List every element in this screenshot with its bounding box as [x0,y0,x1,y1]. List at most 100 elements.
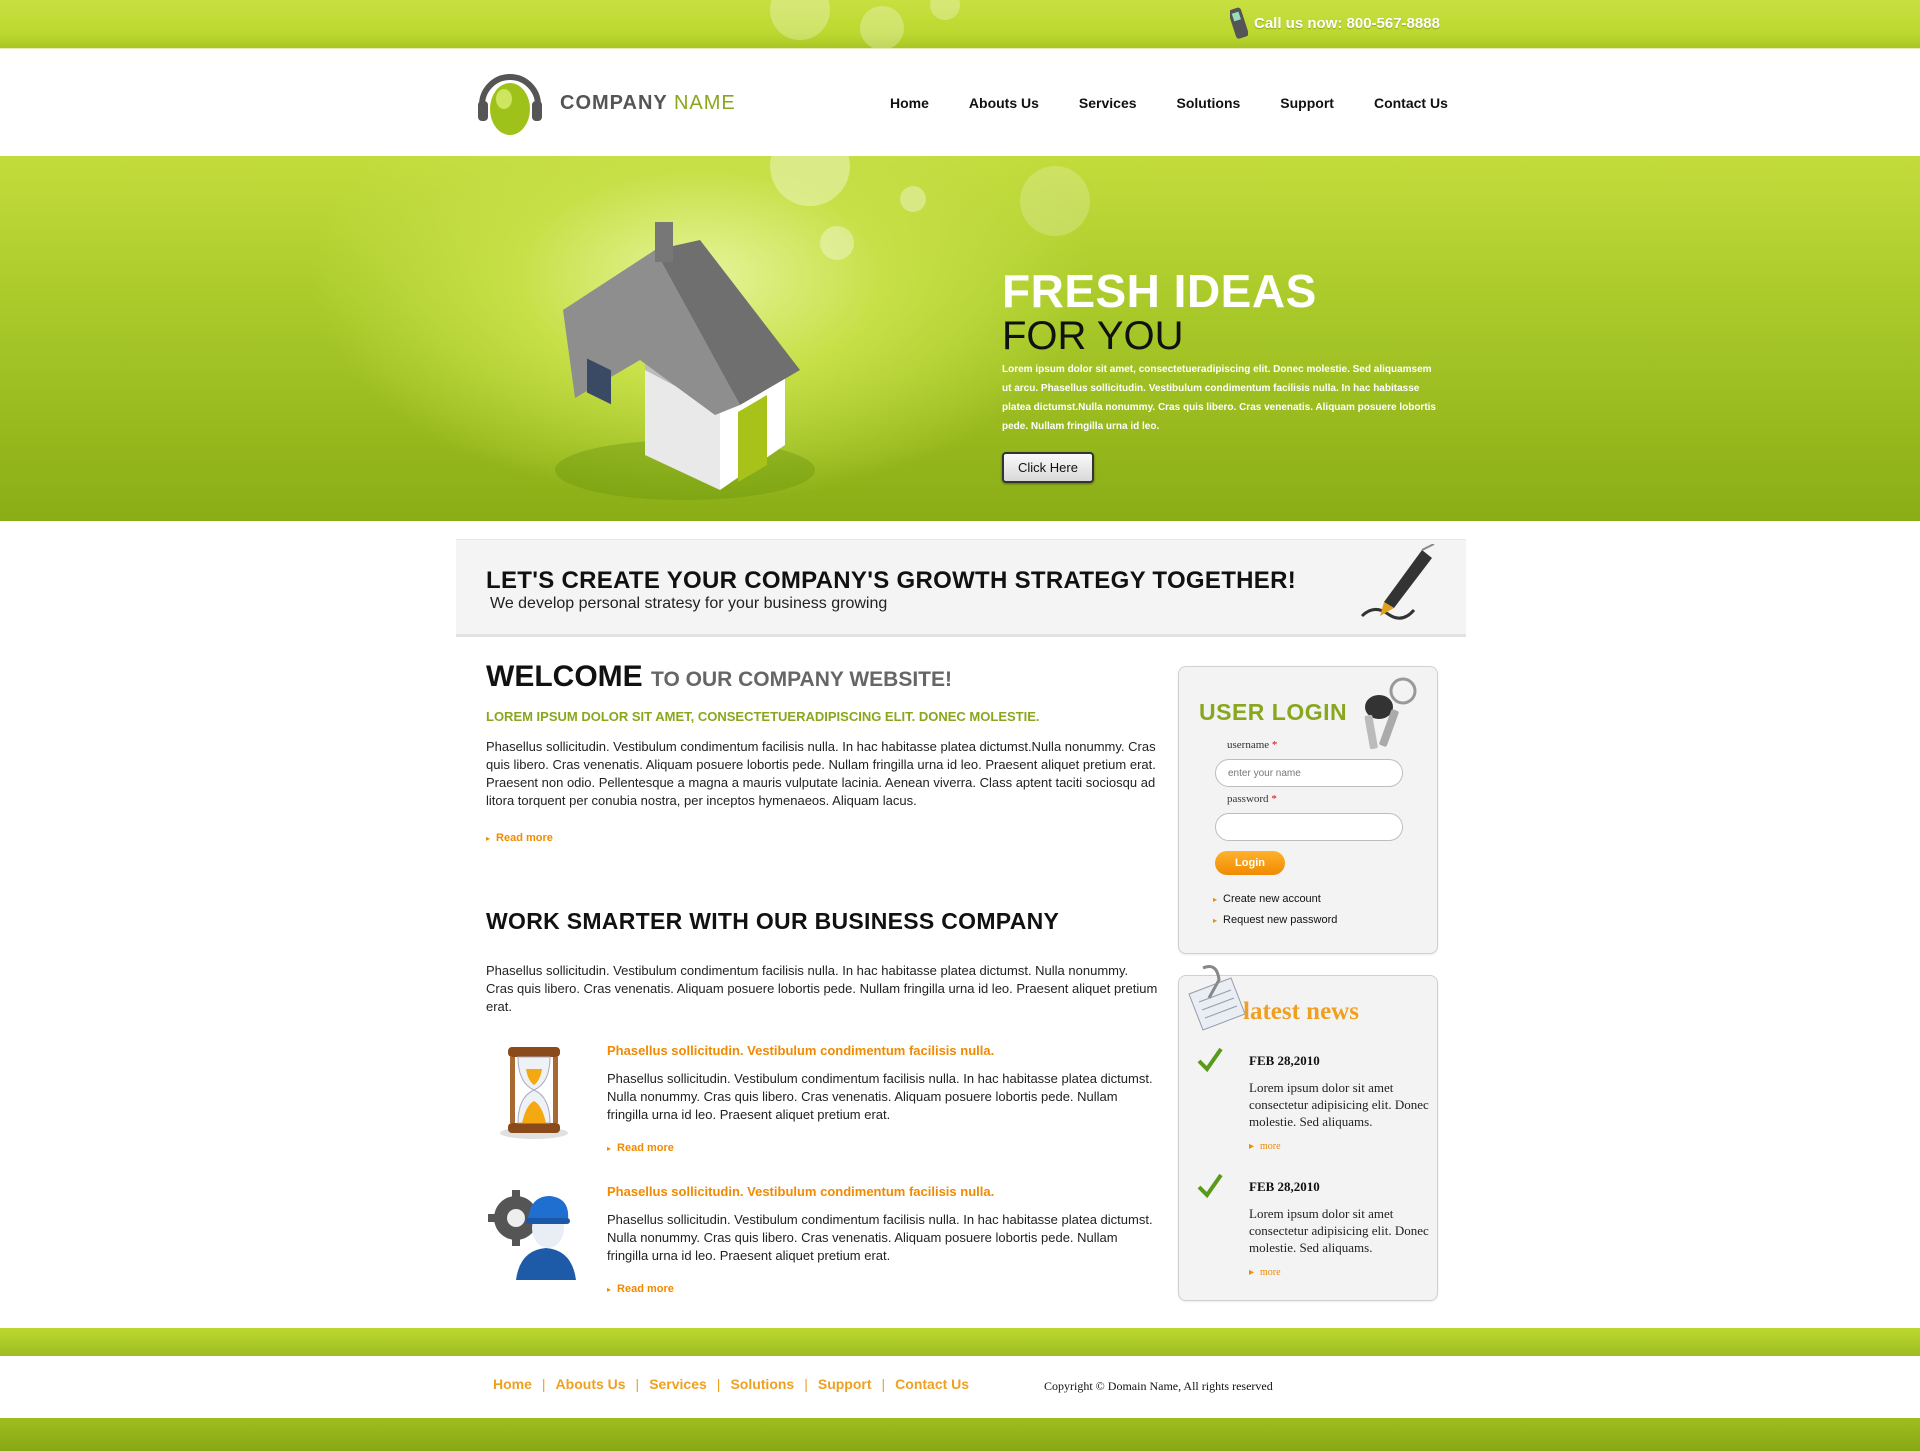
arrow-icon: ▸ [607,1143,612,1153]
bokeh-light [1020,166,1090,236]
footer-link-home[interactable]: Home [493,1376,532,1392]
feature-body: Phasellus sollicitudin. Vestibulum condi… [607,1043,1158,1154]
footer-separator: | [804,1376,808,1392]
site-header: COMPANY NAME Home Abouts Us Services Sol… [0,48,1920,156]
nav-solutions[interactable]: Solutions [1157,95,1261,111]
welcome-heading: WELCOME TO OUR COMPANY WEBSITE! [486,660,1158,694]
worker-gear-icon [488,1190,576,1280]
arrow-icon: ▸ [486,833,491,843]
hero-banner: FRESH IDEAS FOR YOU Lorem ipsum dolor si… [0,156,1920,521]
password-label-text: password [1227,793,1269,805]
nav-home[interactable]: Home [870,95,949,111]
news-more-link[interactable]: ▸ more [1249,1141,1281,1152]
latest-news-panel: latest news FEB 28,2010 Lorem ipsum dolo… [1178,965,1438,1301]
news-more-label: more [1260,1141,1281,1152]
company-name-word1: COMPANY [560,91,668,114]
news-date: FEB 28,2010 [1249,1053,1320,1068]
main-content: WELCOME TO OUR COMPANY WEBSITE! LOREM IP… [486,660,1158,1300]
footer-top-bar [0,1328,1920,1356]
create-account-label: Create new account [1223,893,1321,905]
footer-link-support[interactable]: Support [818,1376,872,1392]
feature-read-more[interactable]: ▸ Read more [607,1142,1158,1154]
house-illustration [555,222,815,500]
bokeh-light [900,186,926,212]
smarter-text: Phasellus sollicitudin. Vestibulum condi… [486,963,1158,1014]
fountain-pen-icon [1360,544,1435,620]
user-login-panel: USER LOGIN username * enter your name pa… [1178,666,1438,954]
welcome-title: WELCOME [486,660,643,693]
password-input[interactable] [1215,813,1403,841]
username-label: username * [1227,739,1277,751]
welcome-title-sub: TO OUR COMPANY WEBSITE! [651,668,953,691]
arrow-icon: ▸ [1249,1141,1255,1152]
copyright: Copyright © Domain Name, All rights rese… [1044,1379,1273,1393]
feature-text: Phasellus sollicitudin. Vestibulum condi… [607,1212,1153,1263]
required-mark: * [1271,739,1278,751]
feature-title: Phasellus sollicitudin. Vestibulum condi… [607,1043,995,1058]
feature-body: Phasellus sollicitudin. Vestibulum condi… [607,1184,1158,1295]
feature-title: Phasellus sollicitudin. Vestibulum condi… [607,1184,995,1199]
news-title: latest news [1243,998,1359,1025]
password-label: password * [1227,793,1277,805]
nav-contact[interactable]: Contact Us [1354,95,1468,111]
news-text: Lorem ipsum dolor sit amet consectetur a… [1249,1080,1429,1129]
company-logo[interactable]: COMPANY NAME [472,65,736,141]
welcome-lead: LOREM IPSUM DOLOR SIT AMET, CONSECTETUER… [486,709,1040,724]
read-more-label: Read more [617,1283,674,1295]
read-more-label: Read more [617,1142,674,1154]
hero-description: Lorem ipsum dolor sit amet, consectetuer… [1002,364,1436,432]
username-label-text: username [1227,739,1270,751]
footer-link-about[interactable]: Abouts Us [556,1376,626,1392]
bokeh-light [860,6,904,48]
footer-link-solutions[interactable]: Solutions [730,1376,794,1392]
company-name: COMPANY NAME [560,92,736,115]
keys-icon [1364,677,1417,750]
request-password-link[interactable]: ▸ Request new password [1213,914,1337,926]
arrow-icon: ▸ [1249,1267,1255,1278]
login-title: USER LOGIN [1199,699,1348,725]
news-date: FEB 28,2010 [1249,1179,1320,1194]
feature-text: Phasellus sollicitudin. Vestibulum condi… [607,1071,1153,1122]
click-here-button[interactable]: Click Here [1002,452,1094,483]
strategy-subtitle: We develop personal stratesy for your bu… [490,595,888,612]
phone-icon [1230,7,1248,39]
footer-link-contact[interactable]: Contact Us [895,1376,969,1392]
footer-link-services[interactable]: Services [649,1376,707,1392]
strategy-banner: LET'S CREATE YOUR COMPANY'S GROWTH STRAT… [456,539,1466,637]
call-us[interactable]: Call us now: 800-567-8888 [1230,7,1440,39]
login-button[interactable]: Login [1215,851,1285,875]
hourglass-icon [500,1047,568,1139]
hero-title: FRESH IDEAS [1002,265,1317,317]
arrow-icon: ▸ [1213,894,1218,904]
hero-subtitle: FOR YOU [1002,314,1184,358]
news-text: Lorem ipsum dolor sit amet consectetur a… [1249,1206,1429,1255]
news-item: FEB 28,2010 Lorem ipsum dolor sit amet c… [1197,1047,1429,1163]
footer-separator: | [716,1376,721,1392]
footer-nav: Home | Abouts Us | Services | Solutions … [493,1376,969,1392]
create-account-link[interactable]: ▸ Create new account [1213,893,1321,905]
top-bar: Call us now: 800-567-8888 [0,0,1920,48]
request-password-label: Request new password [1223,914,1338,926]
news-more-link[interactable]: ▸ more [1249,1267,1281,1278]
headphones-logo-icon [478,74,542,135]
smarter-heading: WORK SMARTER WITH OUR BUSINESS COMPANY [486,908,1060,934]
nav-services[interactable]: Services [1059,95,1157,111]
feature-item: Phasellus sollicitudin. Vestibulum condi… [486,1043,1158,1163]
required-mark: * [1271,793,1277,805]
arrow-icon: ▸ [607,1284,612,1294]
nav-support[interactable]: Support [1260,95,1354,111]
company-name-word2: NAME [673,91,736,114]
footer-separator: | [541,1376,546,1392]
news-item: FEB 28,2010 Lorem ipsum dolor sit amet c… [1197,1173,1429,1289]
feature-read-more[interactable]: ▸ Read more [607,1283,1158,1295]
username-input[interactable]: enter your name [1215,759,1403,787]
footer-bottom-bar [0,1418,1920,1451]
welcome-read-more[interactable]: ▸ Read more [486,832,1158,844]
bokeh-light [930,0,960,20]
footer-separator: | [635,1376,640,1392]
nav-about[interactable]: Abouts Us [949,95,1059,111]
arrow-icon: ▸ [1213,915,1218,925]
main-nav: Home Abouts Us Services Solutions Suppor… [870,49,1468,157]
welcome-text: Phasellus sollicitudin. Vestibulum condi… [486,739,1156,808]
check-icon [1197,1173,1223,1199]
